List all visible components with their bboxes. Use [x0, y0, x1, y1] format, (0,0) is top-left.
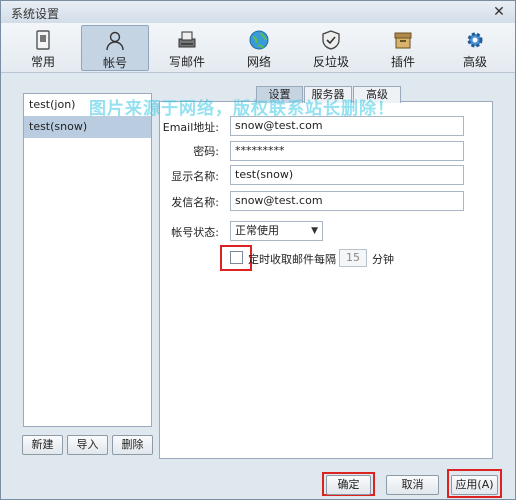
- window-title: 系统设置: [11, 7, 60, 21]
- account-item-snow[interactable]: test(snow): [24, 116, 151, 138]
- settings-toolbar: 常用 帐号 写邮件 网络 反垃圾 插件 高级: [1, 23, 515, 73]
- close-button[interactable]: ✕: [491, 4, 507, 20]
- network-icon: [249, 30, 269, 50]
- interval-unit-label: 分钟: [372, 253, 394, 266]
- toolbar-label-advanced: 高级: [462, 55, 487, 69]
- tab-server[interactable]: 服务器: [304, 86, 352, 103]
- toolbar-item-general[interactable]: 常用: [9, 25, 77, 71]
- toolbar-item-advanced[interactable]: 高级: [441, 25, 509, 71]
- email-field[interactable]: snow@test.com: [230, 116, 464, 136]
- scheduled-fetch-checkbox[interactable]: [230, 251, 243, 264]
- title-bar: 系统设置 ✕: [1, 1, 515, 23]
- account-list: test(jon) test(snow): [23, 93, 152, 427]
- tab-settings[interactable]: 设置: [256, 86, 303, 103]
- toolbar-label-plugin: 插件: [390, 55, 415, 69]
- password-field[interactable]: *********: [230, 141, 464, 161]
- compose-icon: [178, 31, 196, 48]
- toolbar-item-compose[interactable]: 写邮件: [153, 25, 221, 71]
- general-icon: [36, 30, 50, 50]
- user-icon: [106, 31, 124, 51]
- settings-window: 系统设置 ✕ 常用 帐号 写邮件 网络 反垃圾 插件 高级 test(jon) …: [0, 0, 516, 500]
- toolbar-label-compose: 写邮件: [168, 55, 205, 69]
- display-name-field[interactable]: test(snow): [230, 165, 464, 185]
- antispam-icon: [322, 30, 340, 50]
- cancel-button[interactable]: 取消: [386, 475, 439, 495]
- plugin-icon: [394, 32, 412, 49]
- password-label: 密码:: [193, 145, 219, 158]
- toolbar-item-plugin[interactable]: 插件: [369, 25, 437, 71]
- import-account-button[interactable]: 导入: [67, 435, 108, 455]
- apply-button[interactable]: 应用(A): [451, 475, 498, 495]
- sender-name-label: 发信名称:: [171, 196, 219, 209]
- status-label: 帐号状态:: [171, 226, 219, 239]
- toolbar-item-account[interactable]: 帐号: [81, 25, 149, 71]
- new-account-button[interactable]: 新建: [22, 435, 63, 455]
- toolbar-label-antispam: 反垃圾: [312, 55, 349, 69]
- status-value: 正常使用: [235, 224, 279, 237]
- email-label: Email地址:: [162, 121, 219, 134]
- toolbar-item-antispam[interactable]: 反垃圾: [297, 25, 365, 71]
- toolbar-label-network: 网络: [246, 55, 271, 69]
- toolbar-label-account: 帐号: [102, 56, 127, 70]
- advanced-icon: [467, 32, 483, 48]
- display-name-label: 显示名称:: [171, 170, 219, 183]
- status-select[interactable]: 正常使用 ▼: [230, 221, 323, 241]
- tab-advanced[interactable]: 高级: [353, 86, 401, 103]
- toolbar-item-network[interactable]: 网络: [225, 25, 293, 71]
- chevron-down-icon: ▼: [311, 226, 318, 236]
- interval-input[interactable]: 15: [339, 249, 367, 267]
- delete-account-button[interactable]: 删除: [112, 435, 153, 455]
- interval-every-label: 每隔: [314, 253, 336, 266]
- account-item-jon[interactable]: test(jon): [24, 94, 151, 116]
- sender-name-field[interactable]: snow@test.com: [230, 191, 464, 211]
- scheduled-fetch-label: 定时收取邮件: [248, 253, 314, 266]
- toolbar-label-general: 常用: [30, 55, 55, 69]
- ok-button[interactable]: 确定: [326, 475, 371, 495]
